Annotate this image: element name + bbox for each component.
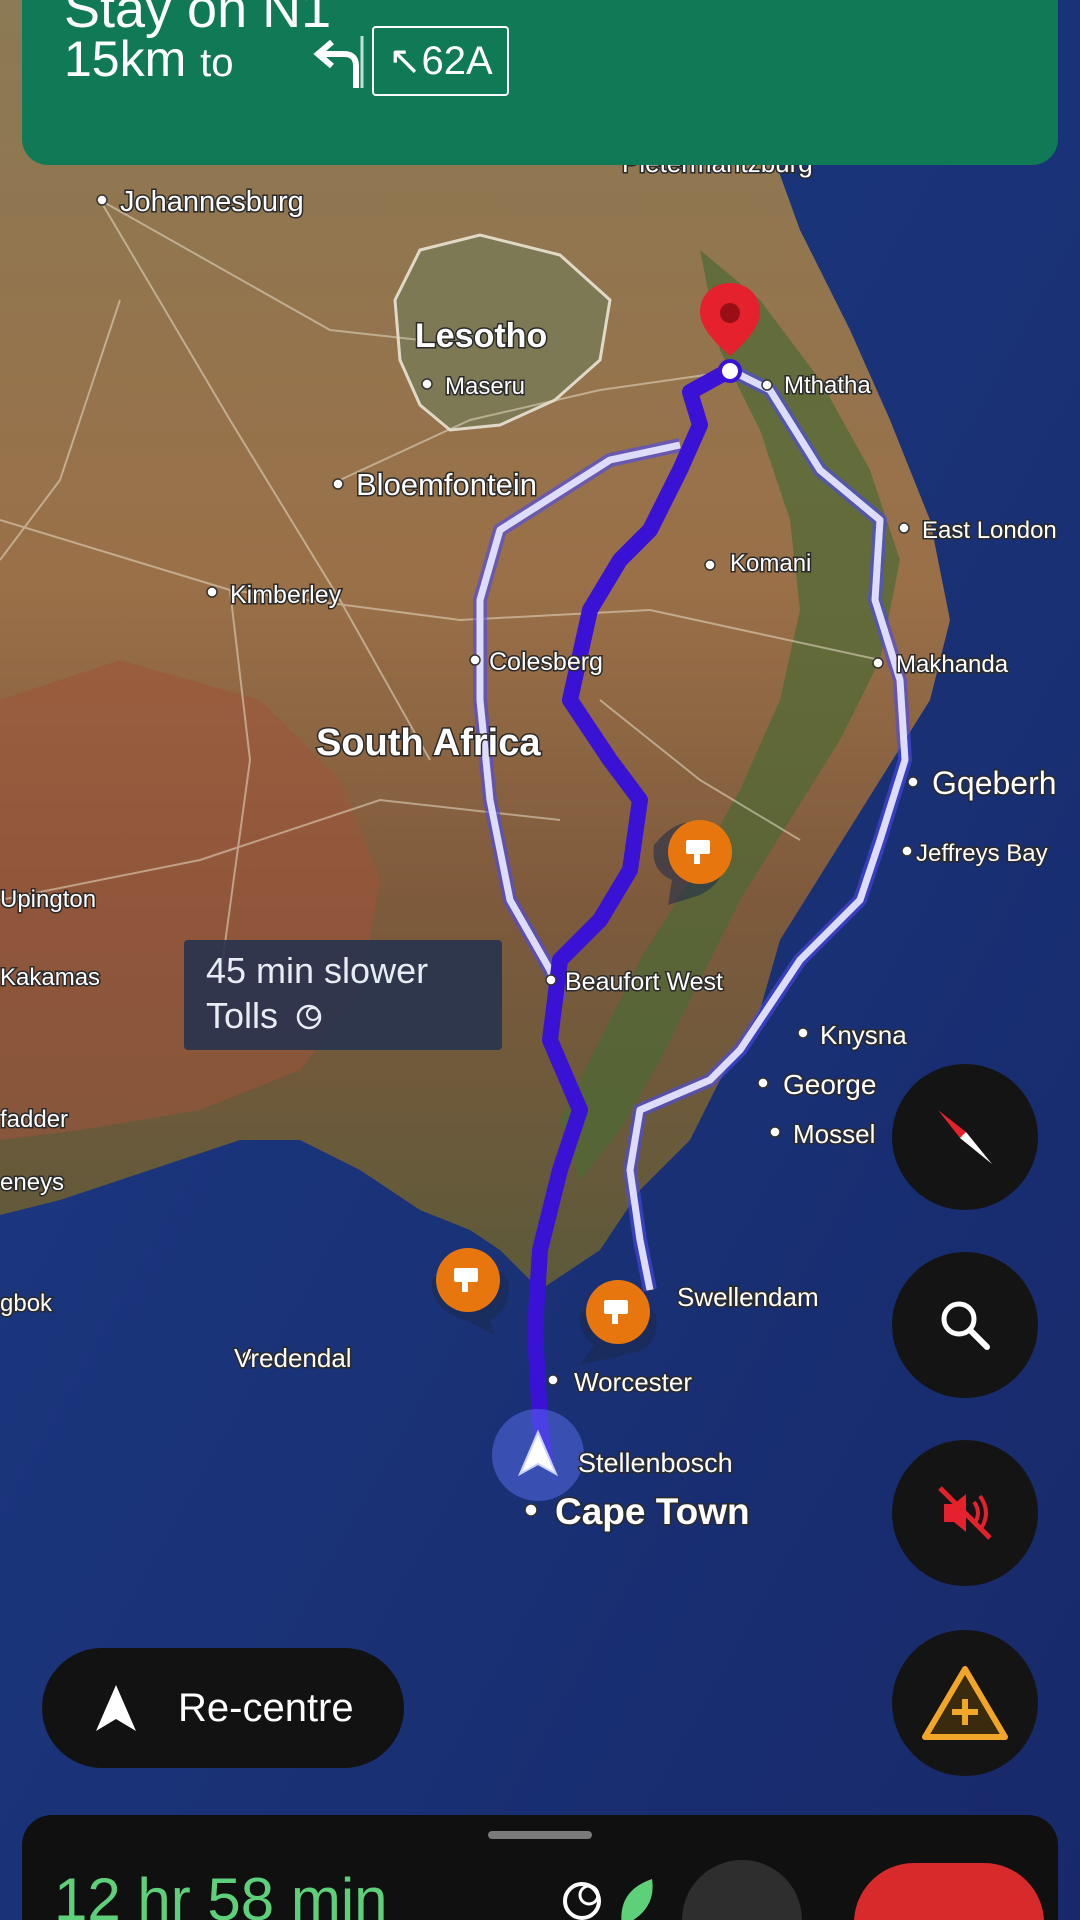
search-icon — [941, 1301, 990, 1350]
alternate-routes-button[interactable] — [682, 1860, 802, 1920]
city-label: Stellenbosch — [578, 1448, 733, 1478]
compass-icon — [938, 1110, 992, 1164]
current-location-marker — [492, 1409, 584, 1501]
city-label: Cape Town — [555, 1491, 750, 1532]
city-label: Colesberg — [489, 648, 603, 676]
city-label: Vredendal — [234, 1343, 352, 1373]
city-label: Gqeberh — [932, 765, 1057, 801]
city-label: Komani — [730, 550, 811, 577]
country-label: South Africa — [316, 722, 541, 764]
alternate-route-delay: 45 min slower — [206, 950, 429, 991]
drag-handle[interactable] — [488, 1831, 592, 1839]
city-label: gbok — [0, 1290, 53, 1317]
search-button[interactable] — [892, 1252, 1038, 1398]
city-label: fadder — [0, 1106, 68, 1133]
city-label: Knysna — [820, 1020, 907, 1050]
compass-button[interactable] — [892, 1064, 1038, 1210]
navigation-arrow-icon — [96, 1685, 136, 1731]
volume-muted-icon — [938, 1486, 992, 1540]
city-label: eneys — [0, 1169, 64, 1196]
city-label: Kimberley — [230, 581, 342, 609]
distance-to-turn: 15km to — [64, 31, 234, 87]
city-label: East London — [922, 517, 1057, 544]
city-label: Swellendam — [677, 1282, 819, 1312]
city-label: Bloemfontein — [356, 467, 537, 502]
trip-summary-sheet[interactable]: 12 hr 58 min — [22, 1815, 1058, 1920]
city-label: Worcester — [574, 1367, 692, 1397]
recentre-label: Re-centre — [178, 1685, 354, 1730]
recentre-button[interactable]: Re-centre — [42, 1648, 404, 1768]
eco-route-icon — [563, 1879, 653, 1920]
exit-badge: ↖62A — [372, 26, 509, 96]
city-label: Mossel — [793, 1119, 875, 1149]
region-label: Lesotho — [415, 317, 547, 355]
turn-left-icon — [313, 36, 364, 88]
map-view[interactable]: Johannesburg Pietermaritzburg Lesotho Ma… — [0, 0, 1080, 1920]
city-label: Johannesburg — [120, 186, 304, 218]
alternate-route-info[interactable]: 45 min slower Tolls — [184, 940, 502, 1050]
navigation-banner[interactable]: Stay on N1 15km to ↖62A — [22, 0, 1058, 165]
city-label: Kakamas — [0, 964, 100, 991]
mute-button[interactable] — [892, 1440, 1038, 1586]
alternate-route-tolls: Tolls — [206, 995, 324, 1037]
report-incident-button[interactable] — [892, 1630, 1038, 1776]
city-label: Makhanda — [896, 651, 1009, 678]
trip-duration: 12 hr 58 min — [54, 1866, 388, 1920]
city-label: Beaufort West — [565, 968, 723, 996]
toll-icon — [296, 1004, 322, 1030]
warning-add-icon — [922, 1666, 1008, 1740]
city-label: George — [783, 1069, 876, 1100]
city-label: Jeffreys Bay — [916, 840, 1048, 867]
exit-navigation-button[interactable] — [854, 1863, 1044, 1920]
city-label: Maseru — [445, 373, 525, 400]
city-label: Mthatha — [784, 372, 871, 399]
exit-arrow-icon: ↖ — [388, 39, 422, 83]
city-label: Upington — [0, 886, 96, 913]
